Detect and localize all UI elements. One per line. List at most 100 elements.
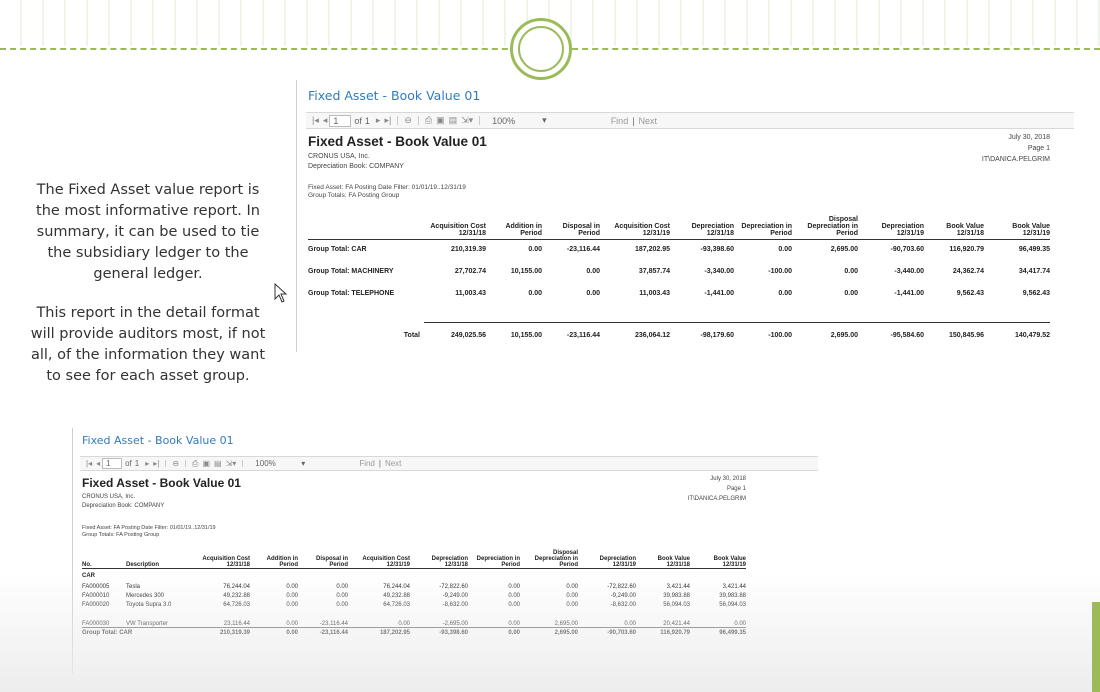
previous-page-icon[interactable]: ◂: [96, 459, 100, 468]
cell: 0.00: [778, 290, 792, 297]
page-setup-icon[interactable]: ▤: [449, 115, 458, 126]
cell: 96,499.35: [690, 627, 746, 638]
asset-no: FA000030: [82, 621, 110, 627]
page-count: 1: [364, 115, 370, 126]
slide-text: The Fixed Asset value report is the most…: [28, 180, 268, 387]
asset-description: VW Transporter: [126, 621, 169, 627]
cell: -1,441.00: [894, 290, 924, 297]
print-layout-icon[interactable]: ▣: [436, 115, 445, 126]
table-header-row: Acquisition Cost 12/31/18 Addition in Pe…: [308, 216, 1050, 240]
cell: 24,362.74: [952, 268, 984, 275]
print-icon[interactable]: ⎙: [192, 459, 198, 469]
cell: 10,155.00: [510, 332, 542, 339]
cell: 9,562.43: [956, 290, 984, 297]
mouse-cursor-icon: [274, 283, 288, 303]
last-page-icon[interactable]: ▸|: [153, 459, 159, 468]
cell: -100.00: [768, 332, 792, 339]
cell: 34,417.74: [1018, 268, 1050, 275]
cell: 49,232.88: [223, 593, 250, 599]
slide-accent-bar: [1092, 602, 1100, 692]
first-page-icon[interactable]: |◂: [312, 115, 319, 126]
zoom-dropdown-icon[interactable]: ▾: [301, 459, 305, 468]
cell: -90,703.60: [890, 246, 924, 254]
find-link[interactable]: Find: [359, 459, 375, 468]
cell: 96,499.35: [1018, 246, 1050, 254]
next-page-icon[interactable]: ▸: [376, 115, 381, 126]
find-link[interactable]: Find: [611, 116, 629, 126]
cell: -23,116.44: [298, 627, 348, 638]
print-icon[interactable]: ⎙: [425, 115, 432, 126]
zoom-select[interactable]: 100%: [255, 459, 301, 468]
cell: 9,562.43: [1022, 290, 1050, 297]
report-meta: July 30, 2018 Page 1 IT\DANICA.PELGRIM: [688, 474, 746, 504]
toolbar-separator: [242, 459, 244, 468]
column-header: Disposal in Period: [298, 550, 348, 569]
cell: 150,845.96: [948, 332, 984, 339]
cell: 0.00: [336, 602, 348, 608]
previous-page-icon[interactable]: ◂: [323, 115, 328, 126]
cell: 0.00: [586, 268, 600, 275]
report-user: IT\DANICA.PELGRIM: [687, 496, 746, 502]
export-icon[interactable]: ⇲▾: [461, 115, 473, 126]
cell: -1,441.00: [704, 290, 734, 297]
back-icon[interactable]: ⊖: [404, 115, 412, 126]
report-heading: Fixed Asset - Book Value 01: [308, 134, 487, 149]
toolbar-separator: [165, 459, 167, 468]
table-row: Group Total: TELEPHONE 11,003.43 0.00 0.…: [308, 284, 1050, 304]
asset-description: Mercedes 300: [126, 593, 165, 599]
cell: 116,920.79: [949, 246, 984, 254]
print-layout-icon[interactable]: ▣: [202, 459, 210, 468]
cell: 64,726.03: [223, 602, 250, 608]
group-totals-text: Group Totals: FA Posting Group: [82, 532, 160, 538]
report-meta: July 30, 2018 Page 1 IT\DANICA.PELGRIM: [982, 132, 1050, 165]
slide-paragraph-2: This report in the detail format will pr…: [30, 305, 266, 384]
cell: 0.00: [528, 290, 542, 297]
cell: 0.00: [468, 627, 520, 638]
first-page-icon[interactable]: |◂: [86, 459, 92, 468]
back-icon[interactable]: ⊖: [172, 459, 179, 468]
cell: 210,319.39: [194, 627, 250, 638]
cell: 20,421.44: [663, 621, 690, 627]
cell: 3,421.44: [666, 584, 690, 590]
zoom-select[interactable]: 100%: [492, 116, 542, 126]
column-header: [308, 216, 420, 240]
next-page-icon[interactable]: ▸: [145, 459, 149, 468]
cell: 0.00: [528, 246, 542, 254]
last-page-icon[interactable]: ▸|: [384, 115, 391, 126]
asset-description: Tesla: [126, 584, 141, 590]
cell: 0.00: [398, 621, 410, 627]
column-header: Depreciation 12/31/18: [670, 216, 734, 240]
table-row: FA000010 Mercedes 300 49,232.88 0.00 0.0…: [82, 592, 746, 601]
zoom-dropdown-icon[interactable]: ▾: [542, 115, 547, 126]
cell: 76,244.04: [223, 584, 250, 590]
next-link[interactable]: Next: [639, 116, 658, 126]
cell: 236,064.12: [634, 332, 670, 339]
slide-emblem-inner: [518, 26, 564, 72]
window-edge: [296, 80, 297, 352]
column-header: Disposal Depreciation in Period: [792, 216, 858, 240]
column-header: Depreciation in Period: [734, 216, 792, 240]
column-header: Description: [126, 550, 194, 569]
cell: -98,179.60: [700, 332, 734, 339]
cell: 0.00: [566, 602, 578, 608]
column-header: Depreciation 12/31/18: [410, 550, 468, 569]
page-number-input[interactable]: 1: [329, 114, 352, 127]
export-icon[interactable]: ⇲▾: [226, 459, 237, 468]
asset-no: FA000010: [82, 593, 110, 599]
cell: 0.00: [508, 584, 520, 590]
group-total-label: Group Total: CAR: [82, 627, 194, 638]
cell: 56,094.03: [663, 602, 690, 608]
cell: 0.00: [844, 290, 858, 297]
cell: 2,695.00: [520, 627, 578, 638]
cell: 0.00: [336, 584, 348, 590]
cell: 0.00: [508, 593, 520, 599]
page-number-input[interactable]: 1: [102, 458, 123, 469]
column-header: Book Value 12/31/18: [636, 550, 690, 569]
column-header: No.: [82, 550, 126, 569]
column-header: Book Value 12/31/19: [984, 216, 1050, 240]
cell: -93,398.60: [700, 246, 734, 254]
page-setup-icon[interactable]: ▤: [214, 459, 222, 468]
asset-description: Toyota Supra 3.0: [126, 602, 172, 608]
cell: 23,116.44: [223, 621, 250, 627]
next-link[interactable]: Next: [385, 459, 401, 468]
